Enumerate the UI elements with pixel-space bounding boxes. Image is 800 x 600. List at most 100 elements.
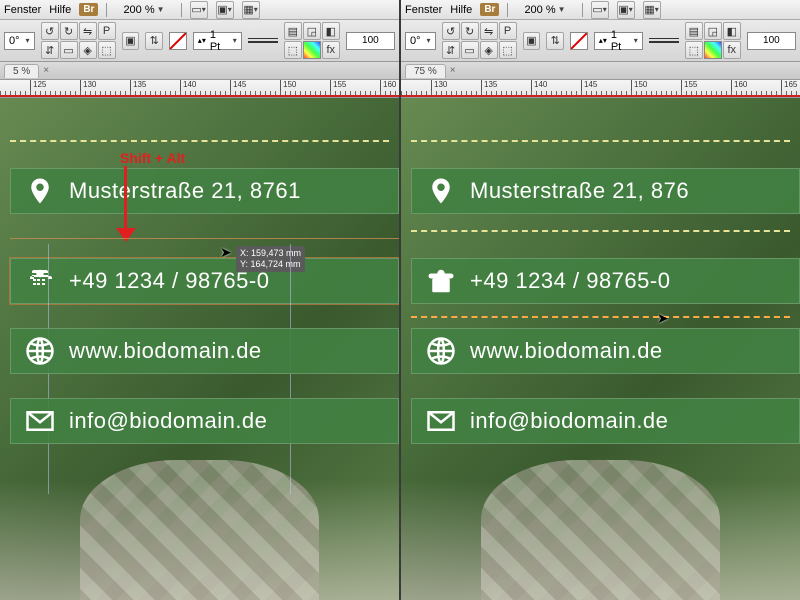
- ruler-horizontal-r[interactable]: 125 130 135 140 145 150 155 160 165 170: [401, 80, 800, 98]
- drop-shadow-icon-r[interactable]: ◧: [723, 22, 741, 40]
- corner-icon[interactable]: ◲: [303, 22, 321, 40]
- shortcut-annotation: Shift + Alt: [120, 150, 185, 166]
- view-options-icon[interactable]: ▭▾: [190, 1, 208, 19]
- cursor-pointer: ➤: [220, 244, 232, 261]
- flip-h-icon[interactable]: ⇋: [79, 22, 97, 40]
- text-wrap-icon-r[interactable]: ▤: [685, 22, 703, 40]
- view-options-icon-r[interactable]: ▭▾: [591, 1, 609, 19]
- phone-row-r[interactable]: +49 1234 / 98765-0: [411, 258, 800, 304]
- selection-edge: [10, 238, 399, 239]
- opacity-value[interactable]: 100: [346, 32, 395, 50]
- effects-icon[interactable]: ⬚: [98, 41, 116, 59]
- rotate-ccw-icon[interactable]: ↺: [41, 22, 59, 40]
- fx-icon[interactable]: fx: [322, 41, 340, 59]
- dashed-guide-2-r: [411, 230, 790, 232]
- dashed-guide-top: [10, 140, 389, 142]
- color-theme-icon-r[interactable]: [704, 41, 722, 59]
- opacity-value-r[interactable]: 100: [747, 32, 796, 50]
- menu-hilfe[interactable]: Hilfe: [49, 4, 71, 16]
- email-text-r: info@biodomain.de: [470, 408, 668, 434]
- app-root: Fenster Hilfe Br 200 %▼ ▭▾ ▣▾ ▦▾ 0°▾ ↺ ↻…: [0, 0, 800, 600]
- corner-icon-r[interactable]: ◲: [704, 22, 722, 40]
- p-icon-r[interactable]: P: [499, 22, 517, 40]
- link-icon-r[interactable]: ⇅: [546, 32, 564, 50]
- misc-icons: ▤ ◲ ◧ ⬚ fx: [284, 22, 340, 59]
- dashed-guide-sel-r[interactable]: [411, 316, 790, 318]
- email-row-r[interactable]: info@biodomain.de: [411, 398, 800, 444]
- select-container-icon[interactable]: ▭: [60, 41, 78, 59]
- bridge-badge[interactable]: Br: [79, 3, 98, 16]
- text-wrap-icon[interactable]: ▤: [284, 22, 302, 40]
- screen-mode-icon[interactable]: ▣▾: [216, 1, 234, 19]
- stroke-style-thin-r[interactable]: [649, 38, 679, 39]
- stroke-style-thick-r[interactable]: [649, 41, 679, 43]
- transform-icons: ↺ ↻ ⇋ P ⇵ ▭ ◈ ⬚: [41, 22, 116, 59]
- flip-v-icon-r[interactable]: ⇵: [442, 41, 460, 59]
- rotate-cw-icon-r[interactable]: ↻: [461, 22, 479, 40]
- control-bar-r: 0°▾ ↺ ↻ ⇋ P ⇵ ▭ ◈ ⬚ ▣ ⇅ ▴▾ 1 Pt ▾: [401, 20, 800, 62]
- web-row[interactable]: www.biodomain.de: [10, 328, 399, 374]
- rotation-input-r[interactable]: 0°▾: [405, 32, 436, 50]
- p-icon[interactable]: P: [98, 22, 116, 40]
- map-pin-icon-r: [426, 176, 456, 206]
- fit-frame-icon[interactable]: ▣: [122, 32, 140, 50]
- phone-row[interactable]: +49 1234 / 98765-0: [10, 258, 399, 304]
- stroke-weight-input[interactable]: ▴▾ 1 Pt ▾: [193, 32, 242, 50]
- panel-left: Fenster Hilfe Br 200 %▼ ▭▾ ▣▾ ▦▾ 0°▾ ↺ ↻…: [0, 0, 401, 600]
- effects-icon-r[interactable]: ⬚: [499, 41, 517, 59]
- address-row[interactable]: Musterstraße 21, 8761: [10, 168, 399, 214]
- mail-icon: [25, 406, 55, 436]
- bridge-badge-r[interactable]: Br: [480, 3, 499, 16]
- stroke-style-thin[interactable]: [248, 38, 278, 39]
- phone-text-r: +49 1234 / 98765-0: [470, 268, 670, 294]
- arrange-icon-r[interactable]: ▦▾: [643, 1, 661, 19]
- canvas-left[interactable]: Musterstraße 21, 8761 Shift + Alt +49 12…: [0, 98, 399, 600]
- email-text: info@biodomain.de: [69, 408, 267, 434]
- fit-frame-icon-r[interactable]: ▣: [523, 32, 541, 50]
- flip-v-icon[interactable]: ⇵: [41, 41, 59, 59]
- rotation-input[interactable]: 0°▾: [4, 32, 35, 50]
- zoom-dropdown-r[interactable]: 200 %▼: [516, 4, 573, 16]
- dashed-guide-top-r: [411, 140, 790, 142]
- canvas-right[interactable]: Musterstraße 21, 876 +49 1234 / 98765-0 …: [401, 98, 800, 600]
- rotate-cw-icon[interactable]: ↻: [60, 22, 78, 40]
- flip-h-icon-r[interactable]: ⇋: [480, 22, 498, 40]
- doc-tab-right[interactable]: 75 %: [405, 64, 446, 78]
- web-row-r[interactable]: www.biodomain.de: [411, 328, 800, 374]
- doc-tab-left[interactable]: 5 %: [4, 64, 39, 78]
- menu-hilfe-r[interactable]: Hilfe: [450, 4, 472, 16]
- drop-shadow-icon[interactable]: ◧: [322, 22, 340, 40]
- panel-right: Fenster Hilfe Br 200 %▼ ▭▾ ▣▾ ▦▾ 0°▾ ↺ ↻…: [401, 0, 800, 600]
- select-container-icon-r[interactable]: ▭: [461, 41, 479, 59]
- transform-icons-r: ↺ ↻ ⇋ P ⇵ ▭ ◈ ⬚: [442, 22, 517, 59]
- web-text: www.biodomain.de: [69, 338, 262, 364]
- address-text-r: Musterstraße 21, 876: [470, 178, 689, 204]
- stroke-style-thick[interactable]: [248, 41, 278, 43]
- fx-icon-r[interactable]: fx: [723, 41, 741, 59]
- stroke-weight-input-r[interactable]: ▴▾ 1 Pt ▾: [594, 32, 643, 50]
- opacity-icon[interactable]: ⬚: [284, 41, 302, 59]
- misc-icons-r: ▤ ◲ ◧ ⬚ fx: [685, 22, 741, 59]
- address-text: Musterstraße 21, 8761: [69, 178, 301, 204]
- color-theme-icon[interactable]: [303, 41, 321, 59]
- ruler-guide-r: [401, 95, 800, 97]
- select-content-icon-r[interactable]: ◈: [480, 41, 498, 59]
- email-row[interactable]: info@biodomain.de: [10, 398, 399, 444]
- stroke-swatch[interactable]: [169, 32, 187, 50]
- link-icon[interactable]: ⇅: [145, 32, 163, 50]
- rotate-ccw-icon-r[interactable]: ↺: [442, 22, 460, 40]
- arrange-icon[interactable]: ▦▾: [242, 1, 260, 19]
- select-content-icon[interactable]: ◈: [79, 41, 97, 59]
- ruler-horizontal[interactable]: 120 125 130 135 140 145 150 155 160 165: [0, 80, 399, 98]
- menu-fenster-r[interactable]: Fenster: [405, 4, 442, 16]
- screen-mode-icon-r[interactable]: ▣▾: [617, 1, 635, 19]
- address-row-r[interactable]: Musterstraße 21, 876: [411, 168, 800, 214]
- ruler-guide: [0, 95, 399, 97]
- control-bar: 0°▾ ↺ ↻ ⇋ P ⇵ ▭ ◈ ⬚ ▣ ⇅ ▴▾ 1 Pt ▾: [0, 20, 399, 62]
- menubar: Fenster Hilfe Br 200 %▼ ▭▾ ▣▾ ▦▾: [0, 0, 399, 20]
- menubar-r: Fenster Hilfe Br 200 %▼ ▭▾ ▣▾ ▦▾: [401, 0, 800, 20]
- menu-fenster[interactable]: Fenster: [4, 4, 41, 16]
- zoom-dropdown[interactable]: 200 %▼: [115, 4, 172, 16]
- stroke-swatch-r[interactable]: [570, 32, 588, 50]
- opacity-icon-r[interactable]: ⬚: [685, 41, 703, 59]
